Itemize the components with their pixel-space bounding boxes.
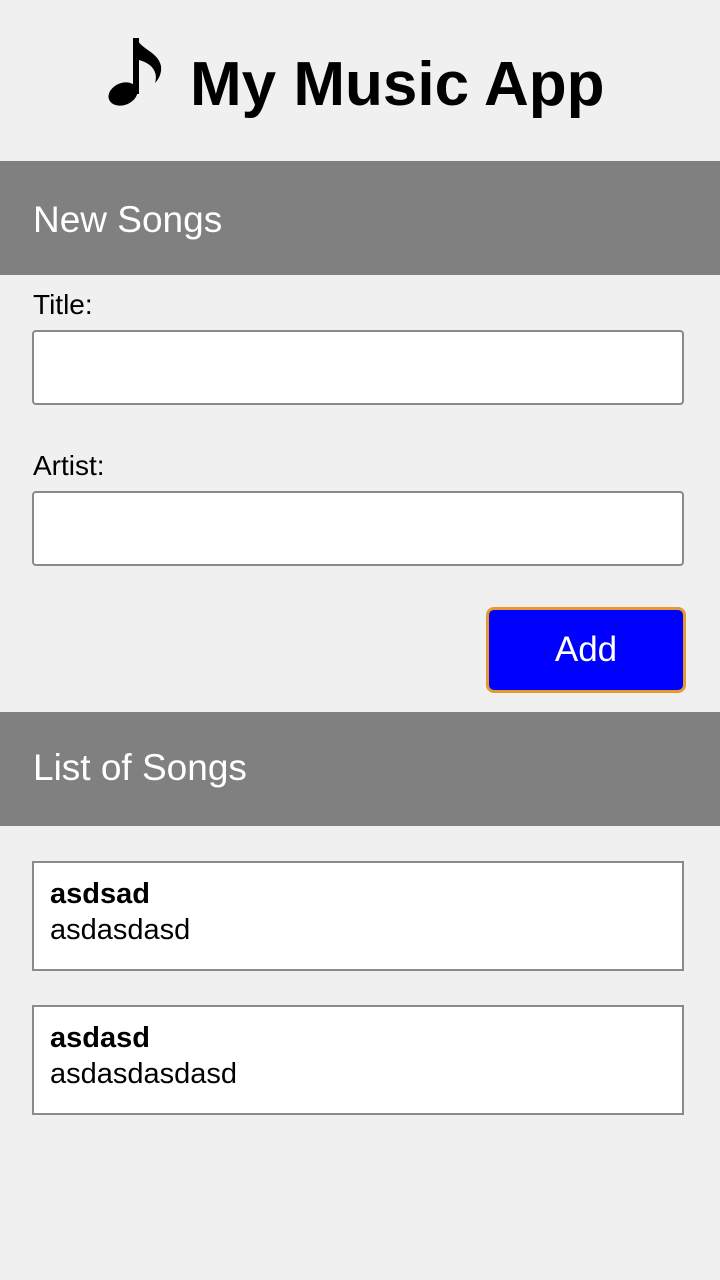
music-note-icon xyxy=(108,38,162,106)
add-button[interactable]: Add xyxy=(486,607,686,693)
new-songs-heading: New Songs xyxy=(33,199,223,240)
song-list-heading: List of Songs xyxy=(33,747,247,788)
artist-label: Artist: xyxy=(33,450,105,481)
title-input[interactable] xyxy=(32,330,684,405)
new-songs-section-header: New Songs xyxy=(0,161,720,275)
app-header: My Music App xyxy=(0,0,720,162)
artist-input[interactable] xyxy=(32,491,684,566)
song-list-section-header: List of Songs xyxy=(0,712,720,826)
song-title: asdasd xyxy=(50,1022,150,1054)
song-list-item[interactable]: asdsad asdasdasd xyxy=(32,861,684,971)
song-title: asdsad xyxy=(50,878,150,910)
title-label: Title: xyxy=(33,289,93,320)
song-artist: asdasdasdasd xyxy=(50,1058,238,1090)
song-list-item[interactable]: asdasd asdasdasdasd xyxy=(32,1005,684,1115)
song-artist: asdasdasd xyxy=(50,914,191,946)
app-title: My Music App xyxy=(190,50,605,119)
